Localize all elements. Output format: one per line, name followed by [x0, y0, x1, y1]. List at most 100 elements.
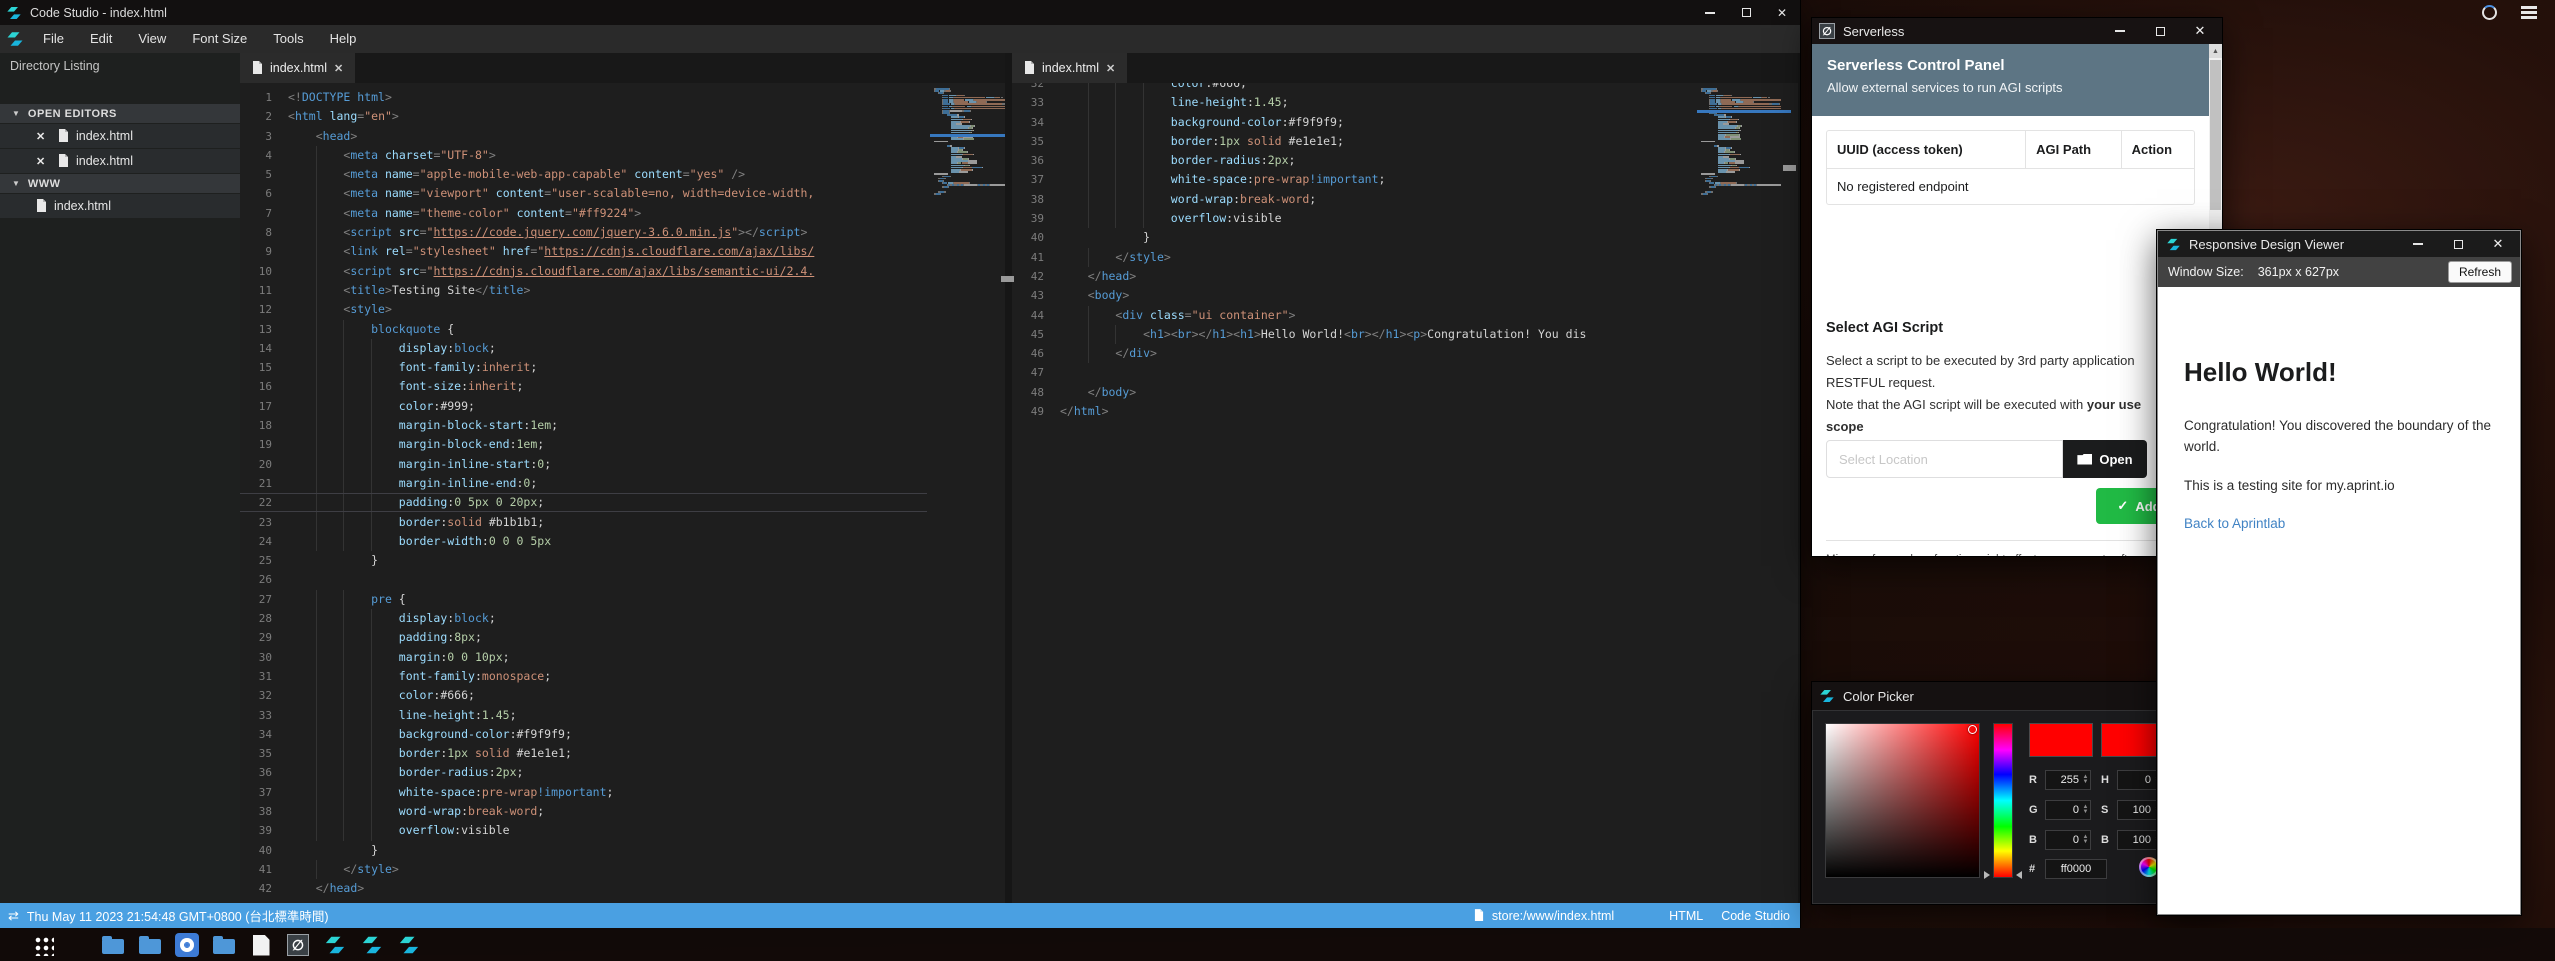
code-line[interactable] — [1060, 363, 1694, 382]
sidebar-section-open-editors[interactable]: ▼OPEN EDITORS — [0, 104, 240, 123]
code-line[interactable]: <meta name="viewport" content="user-scal… — [288, 184, 927, 203]
menu-edit[interactable]: Edit — [77, 25, 125, 53]
taskbar-folder-icon[interactable] — [137, 932, 163, 958]
line-numbers[interactable]: 323334353637383940414243444546474849 — [1012, 83, 1056, 421]
code-line[interactable]: padding:8px; — [288, 628, 927, 647]
title-bar[interactable]: Responsive Design Viewer ✕ — [2158, 231, 2520, 257]
code-line[interactable]: <html lang="en"> — [288, 107, 927, 126]
code-line[interactable]: overflow:visible — [288, 821, 927, 840]
g-value-input[interactable]: 0▲▼ — [2045, 800, 2091, 820]
code-line[interactable]: } — [288, 551, 927, 570]
code-line[interactable]: border-width:0 0 0 5px — [288, 532, 927, 551]
code-line[interactable]: border:1px solid #e1e1e1; — [1060, 132, 1694, 151]
menu-tools[interactable]: Tools — [260, 25, 316, 53]
close-button[interactable]: ✕ — [1764, 0, 1800, 25]
code-line[interactable]: </style> — [288, 860, 927, 879]
code-line[interactable]: } — [1060, 228, 1694, 247]
code-line[interactable]: </head> — [1060, 267, 1694, 286]
code-line[interactable] — [288, 570, 927, 589]
menu-font-size[interactable]: Font Size — [179, 25, 260, 53]
saturation-value-field[interactable] — [1825, 723, 1980, 878]
code-line[interactable]: <style> — [288, 300, 927, 319]
stepper-icon[interactable]: ▲▼ — [2081, 835, 2090, 845]
menu-help[interactable]: Help — [317, 25, 370, 53]
minimize-button[interactable] — [2398, 231, 2438, 257]
taskbar-app-launcher-icon[interactable] — [30, 932, 56, 958]
refresh-button[interactable]: Refresh — [2448, 261, 2512, 283]
code-line[interactable]: <meta charset="UTF-8"> — [288, 146, 927, 165]
code-line[interactable]: <meta name="theme-color" content="#ff922… — [288, 204, 927, 223]
minimize-button[interactable] — [2100, 18, 2140, 44]
code-line[interactable]: </style> — [1060, 248, 1694, 267]
minimap[interactable] — [1697, 83, 1791, 903]
sidebar-section-www[interactable]: ▼WWW — [0, 174, 240, 193]
taskbar-serverless-terminal-icon[interactable]: ∅ — [285, 932, 311, 958]
code-line[interactable]: white-space:pre-wrap!important; — [1060, 170, 1694, 189]
script-location-input[interactable] — [1826, 440, 2063, 478]
code-line[interactable]: display:block; — [288, 339, 927, 358]
scrollbar-thumb[interactable] — [1783, 165, 1796, 171]
code-line[interactable]: blockquote { — [288, 320, 927, 339]
code-line[interactable]: border-radius:2px; — [1060, 151, 1694, 170]
r-value-input[interactable]: 255▲▼ — [2045, 770, 2091, 790]
title-bar[interactable]: Code Studio - index.html ✕ — [0, 0, 1800, 25]
code-line[interactable]: <!DOCTYPE html> — [288, 88, 927, 107]
code-line[interactable]: <link rel="stylesheet" href="https://cdn… — [288, 242, 927, 261]
back-to-aprintlab-link[interactable]: Back to Aprintlab — [2184, 516, 2285, 531]
code-line[interactable]: margin:0 0 10px; — [288, 648, 927, 667]
hue-slider[interactable] — [1993, 723, 2013, 878]
b-value-input[interactable]: 0▲▼ — [2045, 830, 2091, 850]
code-editor[interactable]: 323334353637383940414243444546474849 col… — [1012, 83, 1798, 903]
code-line[interactable]: border-radius:2px; — [288, 763, 927, 782]
minimap[interactable] — [930, 83, 1005, 903]
code-line[interactable]: margin-block-start:1em; — [288, 416, 927, 435]
code-line[interactable]: </head> — [288, 879, 927, 898]
taskbar-folder-icon[interactable] — [100, 932, 126, 958]
tab-index-html[interactable]: index.html ✕ — [240, 53, 355, 83]
code-line[interactable]: font-size:inherit; — [288, 377, 927, 396]
taskbar-code-studio-icon[interactable] — [359, 932, 385, 958]
code-line[interactable]: margin-inline-end:0; — [288, 474, 927, 493]
sidebar-item-index.html[interactable]: ✕index.html — [0, 124, 240, 148]
taskbar-folder-icon[interactable] — [211, 932, 237, 958]
sidebar-item-index.html[interactable]: index.html — [0, 194, 240, 218]
code-line[interactable]: border:solid #b1b1b1; — [288, 513, 927, 532]
code-line[interactable]: word-wrap:break-word; — [1060, 190, 1694, 209]
code-line[interactable]: color:#666; — [288, 686, 927, 705]
taskbar-text-file-icon[interactable] — [248, 932, 274, 958]
sv-marker[interactable] — [1968, 725, 1977, 734]
taskbar-code-studio-icon[interactable] — [322, 932, 348, 958]
code-content[interactable]: color:#666; line-height:1.45; background… — [1060, 83, 1694, 903]
status-filepath[interactable]: store:/www/index.html — [1492, 909, 1614, 923]
maximize-button[interactable] — [2438, 231, 2478, 257]
code-line[interactable]: border:1px solid #e1e1e1; — [288, 744, 927, 763]
code-line[interactable]: <body> — [1060, 286, 1694, 305]
close-button[interactable]: ✕ — [2478, 231, 2518, 257]
code-line[interactable]: background-color:#f9f9f9; — [1060, 113, 1694, 132]
code-line[interactable]: color:#666; — [1060, 83, 1694, 93]
tab-close-icon[interactable]: ✕ — [334, 62, 343, 75]
code-line[interactable]: white-space:pre-wrap!important; — [288, 783, 927, 802]
status-language-mode[interactable]: HTML — [1669, 909, 1703, 923]
maximize-button[interactable] — [2140, 18, 2180, 44]
restore-button[interactable] — [1728, 0, 1764, 25]
code-line[interactable]: <title>Testing Site</title> — [288, 281, 927, 300]
code-line[interactable]: <script src="https://cdnjs.cloudflare.co… — [288, 262, 927, 281]
code-line[interactable]: <meta name="apple-mobile-web-app-capable… — [288, 165, 927, 184]
code-line[interactable]: </body> — [1060, 383, 1694, 402]
code-line[interactable]: margin-inline-start:0; — [288, 455, 927, 474]
hue-arrow-icon[interactable] — [2016, 871, 2022, 879]
scrollbar-thumb[interactable] — [1001, 276, 1014, 282]
sidebar-item-index.html[interactable]: ✕index.html — [0, 149, 240, 173]
code-line[interactable]: <div class="ui container"> — [1060, 306, 1694, 325]
code-line[interactable]: </div> — [1060, 344, 1694, 363]
menu-file[interactable]: File — [30, 25, 77, 53]
code-line[interactable]: overflow:visible — [1060, 209, 1694, 228]
code-line[interactable]: <script src="https://code.jquery.com/jqu… — [288, 223, 927, 242]
code-line[interactable]: } — [288, 841, 927, 860]
code-editor[interactable]: 1234567891011121314151617181920212223242… — [240, 83, 1005, 903]
stepper-icon[interactable]: ▲▼ — [2081, 805, 2090, 815]
code-line[interactable]: </html> — [1060, 402, 1694, 421]
code-line[interactable]: margin-block-end:1em; — [288, 435, 927, 454]
code-line[interactable]: line-height:1.45; — [1060, 93, 1694, 112]
